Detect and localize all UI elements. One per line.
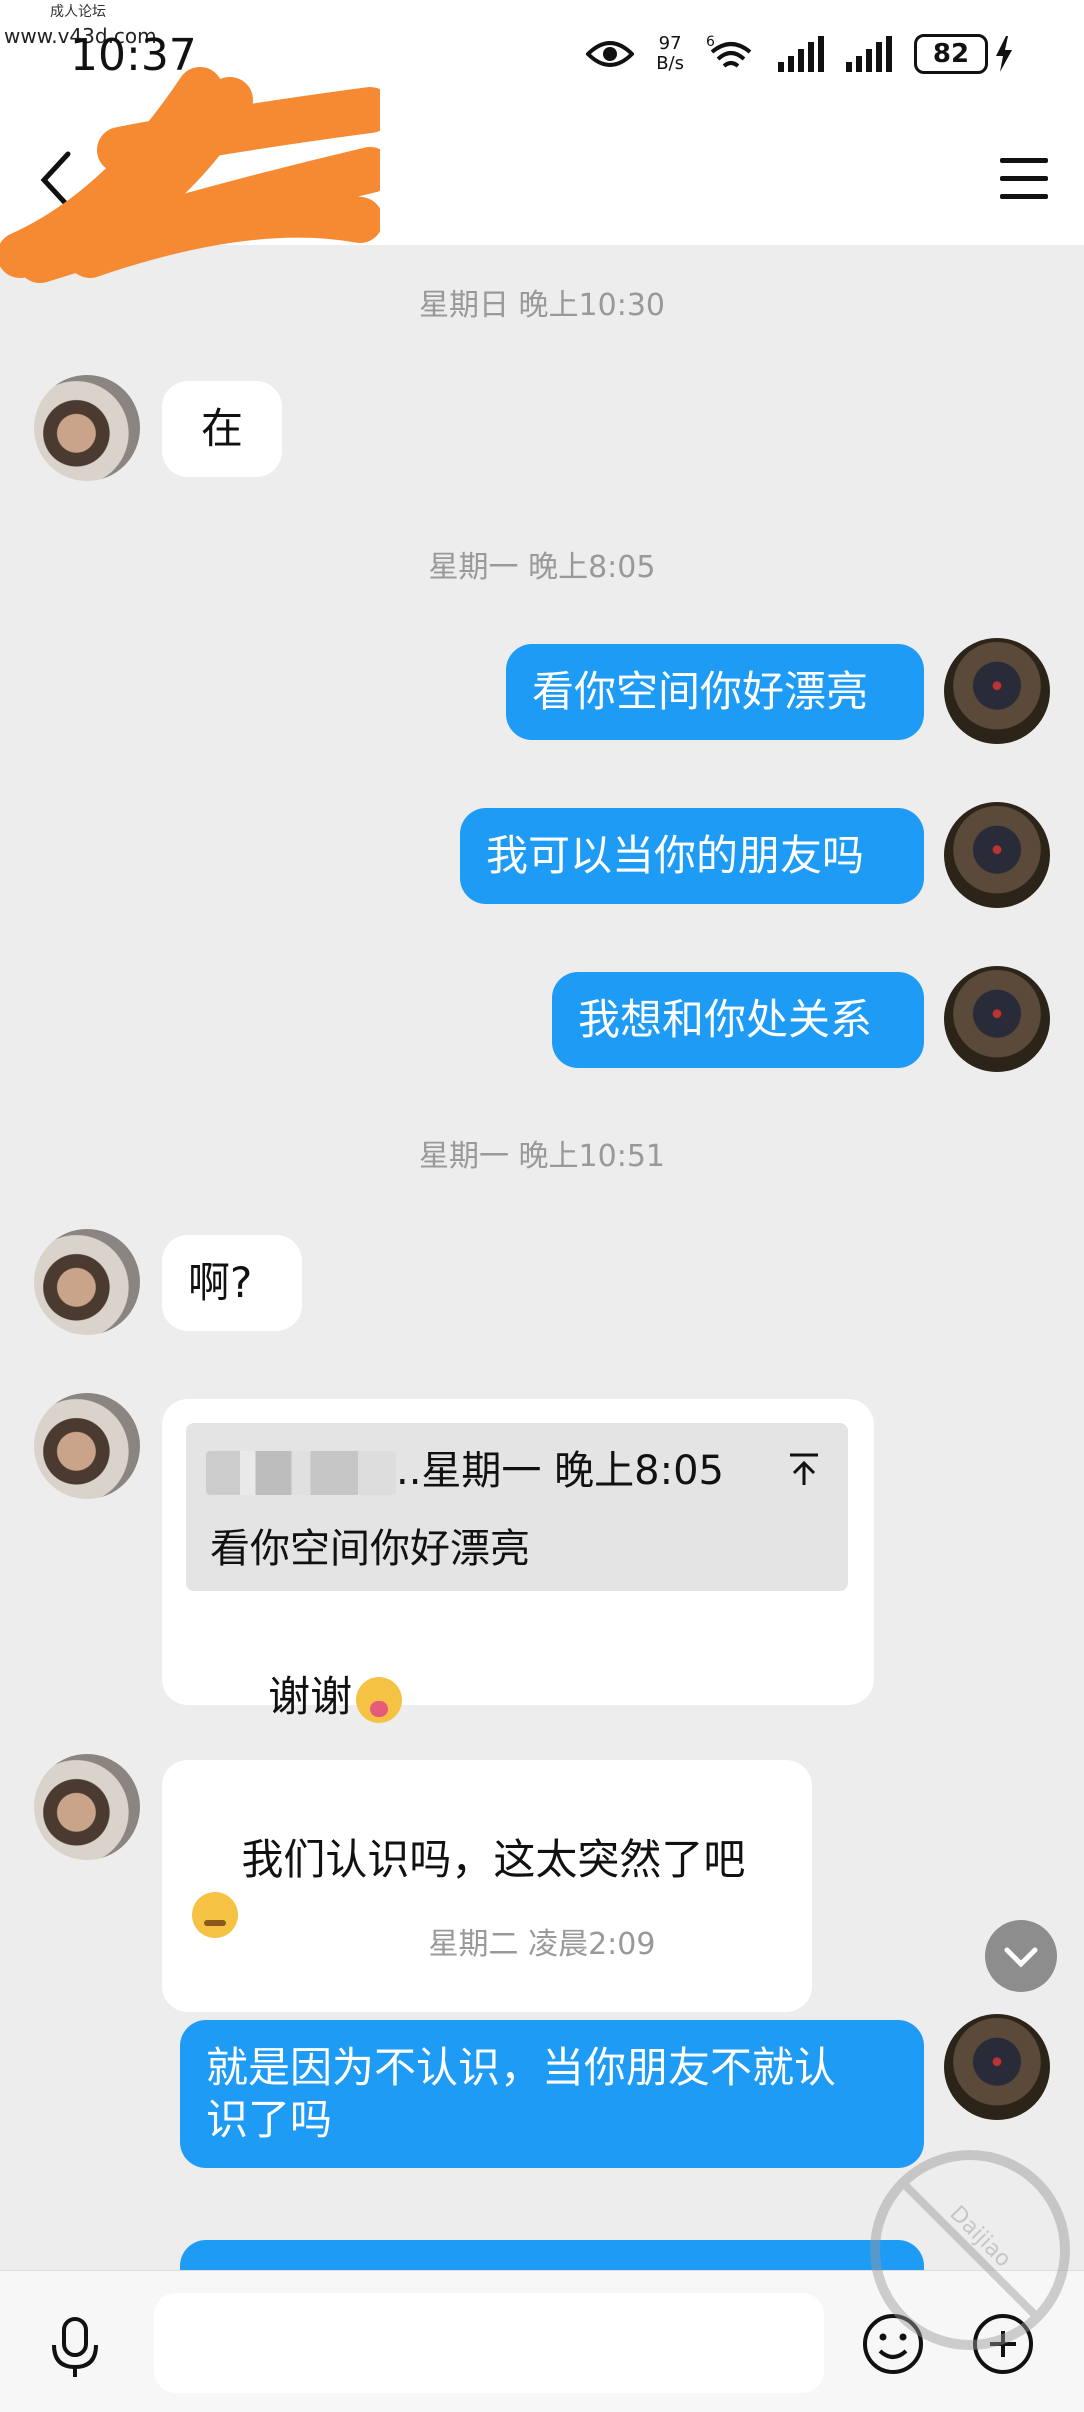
my-avatar[interactable] [944,966,1050,1072]
microphone-icon[interactable] [40,2311,110,2381]
net-speed: 97 B/s [656,33,684,74]
contact-avatar[interactable] [34,1393,140,1499]
wifi-icon: 6 [706,34,752,68]
incoming-message[interactable]: 在 [162,381,282,477]
chevron-down-icon [1004,1947,1038,1968]
status-icons: 97 B/s 6 82 [586,34,1014,74]
eye-icon [586,41,635,67]
outgoing-message[interactable]: 我可以当你的朋友吗 [460,808,924,904]
contact-avatar[interactable] [34,1229,140,1335]
charging-icon [996,36,1012,72]
contact-avatar[interactable] [34,1754,140,1860]
reply-text-line: 谢谢 [188,1619,403,1775]
quote-text: 看你空间你好漂亮 [210,1526,530,1572]
message-input[interactable] [154,2293,824,2393]
my-avatar[interactable] [944,638,1050,744]
jump-to-message-icon[interactable] [784,1449,824,1489]
tongue-emoji-icon [356,1676,403,1723]
incoming-message[interactable]: 啊? [162,1235,302,1331]
my-avatar[interactable] [944,802,1050,908]
timestamp-divider: 星期一 晚上8:05 [428,550,656,585]
signal-icon-sim1 [778,36,824,72]
svg-text:6: 6 [706,34,715,50]
timestamp-divider: 星期日 晚上10:30 [419,288,665,323]
battery-indicator: 82 [914,34,988,74]
outgoing-message[interactable]: 就是因为不认识，当你朋友不就认 识了吗 [180,2020,924,2168]
outgoing-message[interactable]: 看你空间你好漂亮 [506,644,924,740]
my-avatar[interactable] [944,2014,1050,2120]
quoted-message[interactable]: ..星期一 晚上8:05 看你空间你好漂亮 [186,1423,848,1591]
timestamp-divider: 星期二 凌晨2:09 [428,1927,656,1962]
scroll-to-bottom-button[interactable] [985,1920,1057,1992]
blurred-sender-name [206,1451,396,1495]
chat-message-list[interactable]: 星期日 晚上10:30 在 星期一 晚上8:05 看你空间你好漂亮 我可以当你的… [0,245,1084,2270]
watermark-title: 成人论坛 [50,4,106,20]
contact-avatar[interactable] [34,375,140,481]
watermark-stamp: Daijiao [870,2150,1070,2350]
outgoing-message[interactable]: 我想和你处关系 [552,972,924,1068]
incoming-quoted-message[interactable]: ..星期一 晚上8:05 看你空间你好漂亮 谢谢 [162,1399,874,1723]
timestamp-divider: 星期一 晚上10:51 [419,1139,665,1174]
signal-icon-sim2 [846,36,892,72]
message-text: 我们认识吗，这太突然了吧 [241,1835,746,1884]
outgoing-message-partial[interactable] [180,2240,924,2270]
quote-time: ..星期一 晚上8:05 [396,1448,724,1494]
incoming-message[interactable]: 我们认识吗，这太突然了吧 [162,1760,812,2012]
reply-text: 谢谢 [268,1672,353,1721]
menu-icon[interactable] [994,152,1054,204]
quote-header: ..星期一 晚上8:05 [206,1445,724,1497]
